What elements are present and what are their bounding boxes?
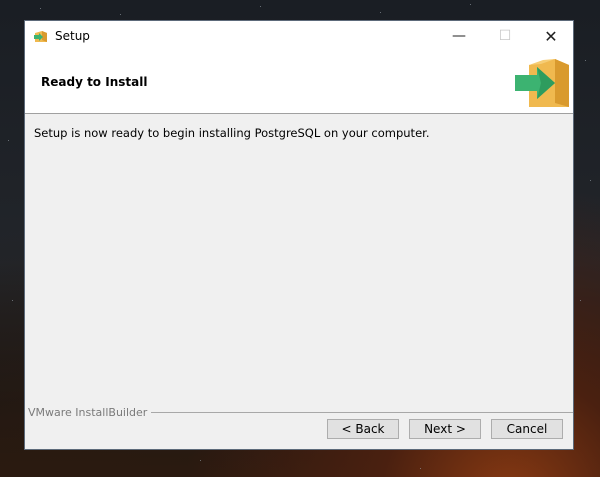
back-button[interactable]: < Back: [327, 419, 399, 439]
wizard-header: Ready to Install: [25, 51, 573, 114]
close-button[interactable]: ✕: [528, 21, 574, 51]
next-button[interactable]: Next >: [409, 419, 481, 439]
minimize-button[interactable]: —: [436, 21, 482, 51]
installer-box-arrow-icon: [515, 59, 569, 107]
page-title: Ready to Install: [41, 75, 148, 89]
branding-label: VMware InstallBuilder: [28, 406, 152, 419]
maximize-button[interactable]: ☐: [482, 21, 528, 51]
title-bar[interactable]: Setup — ☐ ✕: [25, 21, 573, 51]
cancel-button[interactable]: Cancel: [491, 419, 563, 439]
setup-app-icon: [34, 31, 47, 42]
ready-message: Setup is now ready to begin installing P…: [34, 126, 430, 140]
branding-divider: VMware InstallBuilder: [25, 406, 573, 419]
window-title: Setup: [55, 29, 90, 43]
setup-dialog: Setup — ☐ ✕ Ready to Install Setup is no…: [24, 20, 574, 450]
footer-rule: [145, 412, 573, 413]
